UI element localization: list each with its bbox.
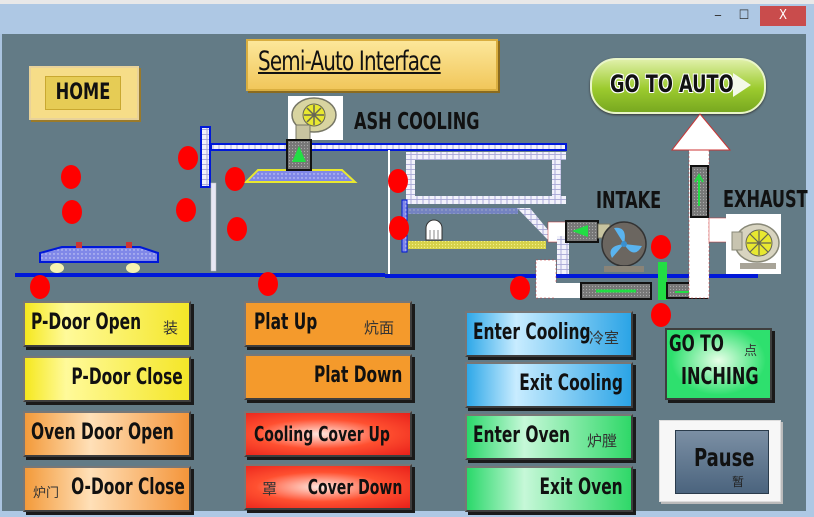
indicator-dot (651, 235, 671, 259)
indicator-dot (651, 303, 671, 327)
p-door-open-label: P-Door Open (31, 310, 142, 335)
indicator-dot (176, 198, 196, 222)
enter-cooling-cn: 冷室 (589, 329, 620, 347)
p-door-open-cn: 装 (163, 319, 179, 337)
exhaust-label: EXHAUST (723, 187, 808, 213)
cover-down-button[interactable]: 罩 Cover Down (244, 464, 412, 510)
cooling-cover-up-label: Cooling Cover Up (254, 422, 390, 446)
plat-up-label: Plat Up (254, 310, 318, 335)
indicator-dot (388, 169, 408, 193)
enter-oven-cn: 炉膛 (587, 432, 618, 450)
intake-label: INTAKE (596, 188, 662, 214)
intake-fan-icon (601, 221, 647, 272)
cart (39, 242, 159, 273)
indicator-dot (225, 167, 245, 191)
go-to-inching-cn: 点 (744, 344, 758, 359)
oven-door-open-label: Oven Door Open (31, 420, 174, 445)
go-to-inching-line2: INCHING (681, 364, 759, 390)
pause-button[interactable]: Pause 暂 (675, 430, 769, 494)
pause-cn: 暂 (732, 475, 745, 489)
enter-oven-button[interactable]: Enter Oven 炉膛 (465, 414, 633, 460)
indicator-dot (62, 200, 82, 224)
indicator-dot (61, 165, 81, 189)
go-to-inching-button[interactable]: GO TO 点 INCHING (665, 328, 772, 400)
cooling-cover-up-button[interactable]: Cooling Cover Up (244, 411, 412, 457)
pause-button-frame: Pause 暂 (659, 420, 781, 502)
pdoor-gate (210, 182, 217, 272)
indicator-dot (178, 146, 198, 170)
conveyor-rail (15, 273, 385, 277)
plat-up-cn: 炕面 (364, 319, 395, 337)
plat-down-button[interactable]: Plat Down (244, 354, 412, 400)
enter-cooling-button[interactable]: Enter Cooling 冷室 (465, 311, 633, 357)
enter-oven-label: Enter Oven (473, 423, 571, 448)
exit-cooling-label: Exit Cooling (519, 371, 623, 396)
go-to-inching-line1: GO TO (669, 332, 724, 357)
enter-cooling-label: Enter Cooling (473, 320, 591, 345)
exhaust-fan-icon (726, 214, 781, 274)
pdoor-post (200, 126, 211, 188)
indicator-dot (227, 217, 247, 241)
indicator-dot (30, 275, 50, 299)
o-door-close-cn: 炉门 (33, 486, 60, 501)
p-door-open-button[interactable]: P-Door Open 装 (23, 301, 191, 347)
exit-oven-button[interactable]: Exit Oven (465, 466, 633, 512)
indicator-dot (258, 272, 278, 296)
indicator-dot (389, 216, 409, 240)
exhaust-arrow (670, 113, 732, 151)
exit-cooling-button[interactable]: Exit Cooling (465, 362, 633, 408)
p-door-close-button[interactable]: P-Door Close (23, 356, 191, 402)
plat-down-label: Plat Down (313, 363, 402, 388)
p-door-close-label: P-Door Close (71, 365, 183, 390)
cooling-cover (243, 169, 358, 183)
ash-cooling-label: ASH COOLING (354, 109, 480, 135)
exit-oven-label: Exit Oven (539, 475, 623, 500)
cover-down-cn: 罩 (262, 480, 278, 498)
o-door-close-button[interactable]: 炉门 O-Door Close (23, 466, 191, 512)
plat-up-button[interactable]: Plat Up 炕面 (244, 301, 412, 347)
cooling-chamber (401, 152, 566, 253)
pause-label: Pause (694, 443, 755, 472)
ash-duct (210, 143, 567, 151)
indicator-dot (510, 276, 530, 300)
cover-down-label: Cover Down (307, 475, 402, 499)
oven-door-open-button[interactable]: Oven Door Open (23, 411, 191, 457)
o-door-close-label: O-Door Close (71, 475, 185, 500)
